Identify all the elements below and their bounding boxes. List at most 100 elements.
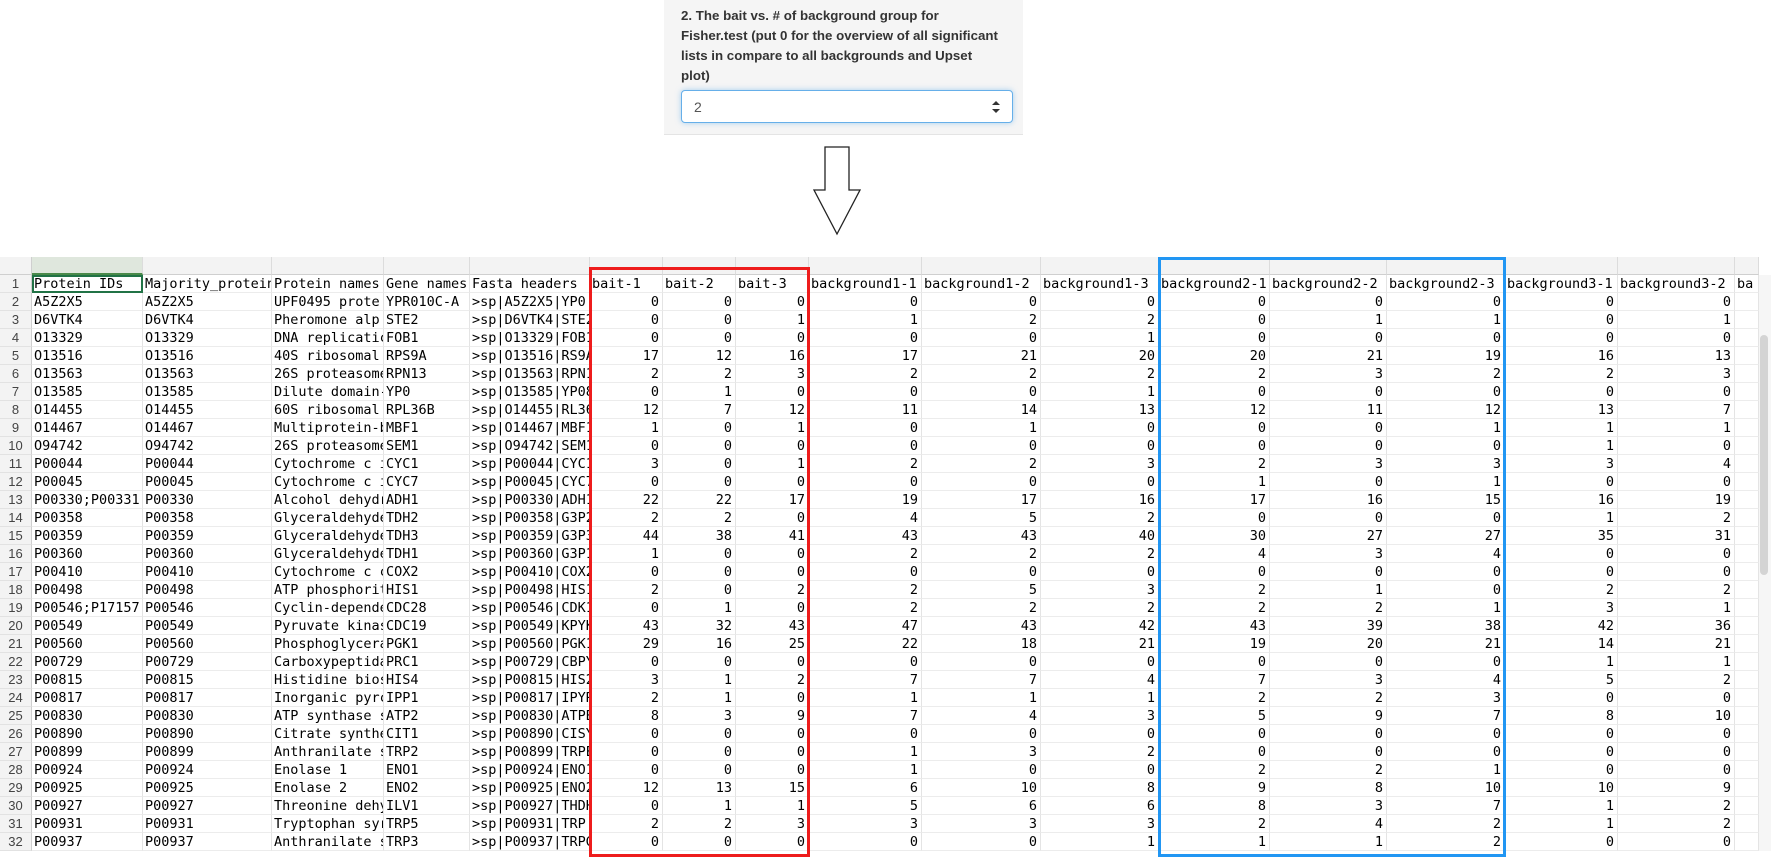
data-cell[interactable]: 0 bbox=[1270, 293, 1387, 311]
data-cell[interactable]: 0 bbox=[590, 797, 663, 815]
data-cell[interactable]: 2 bbox=[1159, 365, 1270, 383]
row-header[interactable]: 9 bbox=[0, 419, 32, 437]
data-cell[interactable]: 1 bbox=[663, 599, 736, 617]
data-cell[interactable]: P00927 bbox=[32, 797, 143, 815]
data-cell[interactable] bbox=[1735, 671, 1759, 689]
data-cell[interactable]: 27 bbox=[1387, 527, 1505, 545]
data-cell[interactable] bbox=[1735, 689, 1759, 707]
row-header[interactable]: 24 bbox=[0, 689, 32, 707]
data-cell[interactable]: 0 bbox=[590, 653, 663, 671]
data-cell[interactable]: 0 bbox=[809, 725, 922, 743]
column-header-K[interactable] bbox=[1041, 257, 1159, 275]
data-cell[interactable]: 43 bbox=[1159, 617, 1270, 635]
data-cell[interactable]: Alcohol dehydr bbox=[272, 491, 384, 509]
header-cell[interactable]: background2-1 bbox=[1159, 275, 1270, 293]
data-cell[interactable]: 0 bbox=[809, 419, 922, 437]
data-cell[interactable]: 1 bbox=[1270, 833, 1387, 851]
data-cell[interactable]: 0 bbox=[663, 545, 736, 563]
data-cell[interactable]: TDH3 bbox=[384, 527, 470, 545]
data-cell[interactable]: 16 bbox=[663, 635, 736, 653]
data-cell[interactable]: 32 bbox=[663, 617, 736, 635]
row-header[interactable]: 25 bbox=[0, 707, 32, 725]
data-cell[interactable]: >sp|P00925|ENO2 bbox=[470, 779, 590, 797]
data-cell[interactable]: 13 bbox=[1041, 401, 1159, 419]
data-cell[interactable]: 4 bbox=[809, 509, 922, 527]
data-cell[interactable]: 17 bbox=[736, 491, 809, 509]
data-cell[interactable]: 47 bbox=[809, 617, 922, 635]
data-cell[interactable]: P00410 bbox=[143, 563, 272, 581]
data-cell[interactable]: 0 bbox=[1159, 329, 1270, 347]
data-cell[interactable]: 2 bbox=[809, 599, 922, 617]
data-cell[interactable]: 31 bbox=[1618, 527, 1735, 545]
data-cell[interactable]: >sp|O94742|SEM1 bbox=[470, 437, 590, 455]
data-cell[interactable]: 16 bbox=[1270, 491, 1387, 509]
data-cell[interactable] bbox=[1735, 797, 1759, 815]
data-cell[interactable]: O13563 bbox=[32, 365, 143, 383]
data-cell[interactable]: 3 bbox=[1387, 689, 1505, 707]
data-cell[interactable]: 9 bbox=[736, 707, 809, 725]
data-cell[interactable]: 0 bbox=[736, 473, 809, 491]
data-cell[interactable] bbox=[1735, 437, 1759, 455]
data-cell[interactable]: Cytochrome c i bbox=[272, 473, 384, 491]
data-cell[interactable]: 0 bbox=[590, 311, 663, 329]
data-cell[interactable]: P00045 bbox=[143, 473, 272, 491]
row-header[interactable]: 16 bbox=[0, 545, 32, 563]
data-cell[interactable]: 17 bbox=[590, 347, 663, 365]
data-cell[interactable]: 1 bbox=[1387, 761, 1505, 779]
data-cell[interactable]: >sp|P00560|PGK1 bbox=[470, 635, 590, 653]
data-cell[interactable]: TDH2 bbox=[384, 509, 470, 527]
column-header-F[interactable] bbox=[590, 257, 663, 275]
data-cell[interactable]: 1 bbox=[1618, 653, 1735, 671]
data-cell[interactable]: 11 bbox=[809, 401, 922, 419]
data-cell[interactable]: 8 bbox=[1270, 779, 1387, 797]
data-cell[interactable]: 0 bbox=[922, 473, 1041, 491]
data-cell[interactable]: 0 bbox=[663, 455, 736, 473]
data-cell[interactable]: 4 bbox=[1159, 545, 1270, 563]
data-cell[interactable]: 2 bbox=[590, 509, 663, 527]
data-cell[interactable]: O13329 bbox=[32, 329, 143, 347]
data-cell[interactable]: 2 bbox=[590, 815, 663, 833]
row-header[interactable]: 27 bbox=[0, 743, 32, 761]
data-cell[interactable]: 60S ribosomal bbox=[272, 401, 384, 419]
data-cell[interactable]: P00044 bbox=[143, 455, 272, 473]
data-cell[interactable]: 0 bbox=[1618, 725, 1735, 743]
data-cell[interactable]: 19 bbox=[809, 491, 922, 509]
data-cell[interactable]: P00359 bbox=[32, 527, 143, 545]
data-cell[interactable]: UPF0495 prote bbox=[272, 293, 384, 311]
data-cell[interactable]: 0 bbox=[736, 743, 809, 761]
data-cell[interactable]: Phosphoglycera bbox=[272, 635, 384, 653]
data-cell[interactable]: 5 bbox=[922, 509, 1041, 527]
data-cell[interactable]: 43 bbox=[590, 617, 663, 635]
data-cell[interactable]: 7 bbox=[1618, 401, 1735, 419]
data-cell[interactable]: 1 bbox=[1618, 419, 1735, 437]
data-cell[interactable]: 3 bbox=[1505, 599, 1618, 617]
data-cell[interactable]: 1 bbox=[736, 311, 809, 329]
row-header[interactable]: 19 bbox=[0, 599, 32, 617]
data-cell[interactable]: 0 bbox=[922, 761, 1041, 779]
data-cell[interactable] bbox=[1735, 491, 1759, 509]
data-cell[interactable]: 12 bbox=[1159, 401, 1270, 419]
data-cell[interactable]: STE2 bbox=[384, 311, 470, 329]
data-cell[interactable]: 1 bbox=[1618, 311, 1735, 329]
data-cell[interactable]: 3 bbox=[1505, 455, 1618, 473]
data-cell[interactable]: Dilute domain-containing bbox=[272, 383, 384, 401]
data-cell[interactable]: TRP3 bbox=[384, 833, 470, 851]
data-cell[interactable]: Cytochrome c i bbox=[272, 455, 384, 473]
header-cell[interactable]: Gene names bbox=[384, 275, 470, 293]
data-cell[interactable]: P00925 bbox=[32, 779, 143, 797]
data-cell[interactable]: >sp|P00890|CISY bbox=[470, 725, 590, 743]
data-cell[interactable]: 0 bbox=[663, 329, 736, 347]
data-cell[interactable]: 4 bbox=[1387, 671, 1505, 689]
data-cell[interactable]: 2 bbox=[663, 815, 736, 833]
data-cell[interactable]: 9 bbox=[1618, 779, 1735, 797]
data-cell[interactable]: 16 bbox=[736, 347, 809, 365]
data-cell[interactable]: 6 bbox=[1041, 797, 1159, 815]
header-cell[interactable]: background3-2 bbox=[1618, 275, 1735, 293]
data-cell[interactable]: P00925 bbox=[143, 779, 272, 797]
header-cell[interactable]: background1-3 bbox=[1041, 275, 1159, 293]
data-cell[interactable]: Enolase 2 bbox=[272, 779, 384, 797]
data-cell[interactable]: 0 bbox=[1387, 725, 1505, 743]
data-cell[interactable]: 10 bbox=[1505, 779, 1618, 797]
data-cell[interactable]: 8 bbox=[590, 707, 663, 725]
header-cell[interactable]: background2-2 bbox=[1270, 275, 1387, 293]
